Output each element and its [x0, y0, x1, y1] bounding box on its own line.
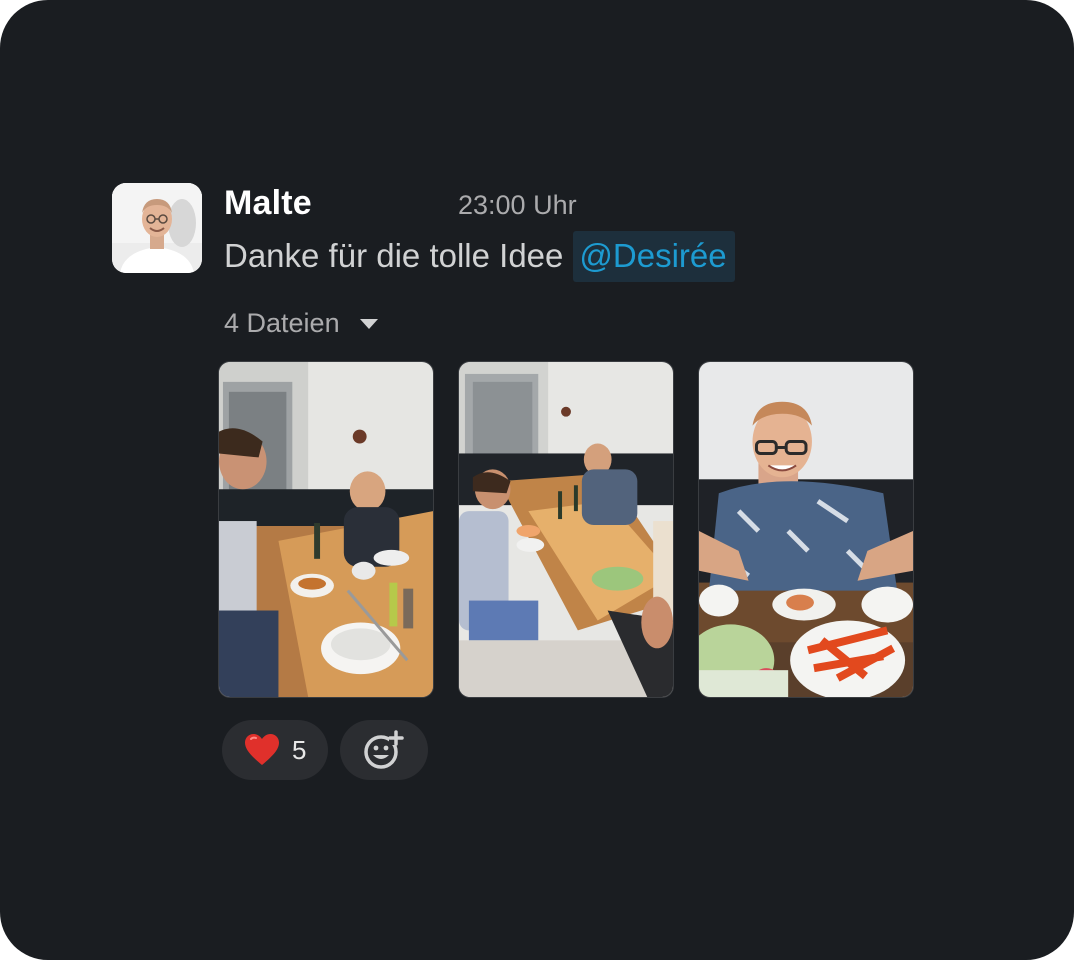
- message-body: Danke für die tolle Idee: [224, 237, 564, 274]
- heart-reaction-button[interactable]: 5: [222, 720, 328, 780]
- message-card: Malte 23:00 Uhr Danke für die tolle Idee…: [0, 0, 1074, 960]
- timestamp[interactable]: 23:00 Uhr: [458, 190, 577, 221]
- add-reaction-button[interactable]: [340, 720, 428, 780]
- avatar[interactable]: [112, 183, 202, 273]
- add-reaction-icon: [364, 730, 404, 769]
- files-label: 4 Dateien: [224, 307, 340, 338]
- author-name[interactable]: Malte: [224, 184, 312, 223]
- heart-icon: [245, 734, 279, 765]
- files-toggle[interactable]: 4 Dateien: [224, 305, 378, 341]
- photo-thumbnail-2[interactable]: [458, 361, 674, 698]
- photo-dining-table-3-icon: [699, 362, 913, 697]
- photo-dining-table-1-icon: [219, 362, 433, 697]
- photo-dining-table-2-icon: [459, 362, 673, 697]
- photo-thumbnail-1[interactable]: [218, 361, 434, 698]
- photo-thumbnail-3[interactable]: [698, 361, 914, 698]
- message-text: Danke für die tolle Idee @Desirée: [224, 228, 735, 284]
- avatar-image: [112, 183, 202, 273]
- user-mention[interactable]: @Desirée: [573, 230, 735, 282]
- reaction-count: 5: [292, 734, 307, 765]
- caret-down-icon: [359, 319, 378, 329]
